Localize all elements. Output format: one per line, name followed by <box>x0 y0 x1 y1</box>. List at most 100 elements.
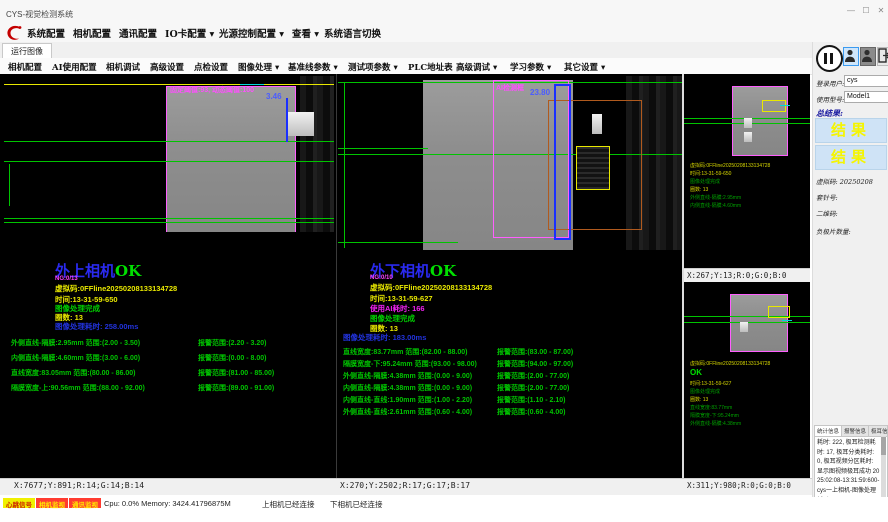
lower-camera-status: 下相机已经连接 <box>330 499 383 510</box>
tab-alarm-info[interactable]: 报警信息 <box>842 426 869 436</box>
measurement-row: 隔膜宽度-下:95.24mm 范围:(93.00 - 98.00) 报警范围:(… <box>343 359 673 369</box>
threshold-overlay-text: 固定阈值:93, 动态阈值:100 <box>170 85 254 95</box>
camera-ok-status: OK <box>115 262 141 280</box>
measurement-alarm: 报警范围:(0.00 - 8.00) <box>198 353 266 363</box>
measurement-row: 外侧直线-隔膜:4.38mm 范围:(0.00 - 9.00) 报警范围:(2.… <box>343 371 673 381</box>
measurement-row: 内侧直线-隔膜:4.38mm 范围:(0.00 - 9.00) 报警范围:(2.… <box>343 383 673 393</box>
tab-tab-info[interactable]: 极耳信息 <box>869 426 888 436</box>
login-user-field[interactable]: cys <box>844 75 888 87</box>
barcode-label: 虚拟码: 20250208 <box>816 176 873 186</box>
thumbnail-view-top[interactable]: 虚拟码:0FFline20250208133134728 时间:13-31-59… <box>684 74 810 268</box>
menu-item-light-config[interactable]: 光源控制配置 ▾ <box>219 26 284 40</box>
thumb-text-line: 外侧直线-隔膜:2.95mm <box>690 194 808 201</box>
menu-bar: 系统配置 相机配置 通讯配置 IO卡配置 ▾ 光源控制配置 ▾ 查看 ▾ 系统语… <box>0 22 888 42</box>
scrollbar-thumb[interactable] <box>881 437 886 455</box>
measure-line <box>344 82 345 248</box>
thumbnail-view-bottom[interactable]: 虚拟码:0FFline20250208133134728 OK 时间:13-31… <box>684 282 810 478</box>
thumb-text-line: 圈数: 13 <box>690 396 808 403</box>
measurement-row: 外侧直线-直线:2.61mm 范围:(0.60 - 4.00) 报警范围:(0.… <box>343 407 673 417</box>
toolbar-camera-debug[interactable]: 相机调试 <box>106 61 140 73</box>
measurement-alarm: 报警范围:(2.20 - 3.20) <box>198 338 266 348</box>
blue-gauge-line <box>286 98 288 142</box>
toolbar-baseline-params[interactable]: 基准线参数 ▾ <box>288 61 338 73</box>
user-icon <box>844 48 856 63</box>
minimize-button[interactable]: — <box>844 6 858 18</box>
result-text: 结果 <box>831 148 871 166</box>
result-text: 结果 <box>831 121 871 139</box>
measurement-alarm: 报警范围:(83.00 - 87.00) <box>497 347 573 357</box>
close-button[interactable]: ✕ <box>874 6 888 18</box>
tab-statistics-info[interactable]: 统计信息 <box>815 426 842 436</box>
connector-highlight <box>740 322 748 332</box>
thumb-text-line: 虚拟码:0FFline20250208133134728 <box>690 162 808 169</box>
model-field[interactable]: Model1 <box>844 91 888 103</box>
measurement-value: 外侧直线-直线:2.61mm 范围:(0.60 - 4.00) <box>343 409 472 416</box>
measurement-value: 直线宽度:83.77mm 范围:(82.00 - 88.00) <box>343 349 468 356</box>
measurement-row: 直线宽度:83.77mm 范围:(82.00 - 88.00) 报警范围:(83… <box>343 347 673 357</box>
menu-item-comm-config[interactable]: 通讯配置 <box>119 26 157 40</box>
measurement-value: 内侧直线-直线:1.90mm 范围:(1.00 - 2.20) <box>343 397 472 404</box>
camera-image-lower[interactable]: AI检测框 23.80 <box>338 76 682 250</box>
measurement-value: 内侧直线-隔膜:4.38mm 范围:(0.00 - 9.00) <box>343 385 472 392</box>
thumb-text-line: 时间:13-31-59-650 <box>690 170 808 177</box>
measure-line <box>338 242 458 243</box>
measurement-row: 内侧直线-直线:1.90mm 范围:(1.00 - 2.20) 报警范围:(1.… <box>343 395 673 405</box>
menu-item-camera-config[interactable]: 相机配置 <box>73 26 111 40</box>
toolbar-ai-config[interactable]: AI使用配置 <box>52 61 97 73</box>
inspected-part <box>732 86 788 156</box>
toolbar-learn-params[interactable]: 学习参数 ▾ <box>510 61 551 73</box>
maximize-button[interactable]: ☐ <box>859 6 873 18</box>
model-label: 使用型号: <box>816 94 844 104</box>
cyan-ref-mark <box>782 320 792 321</box>
menu-item-view[interactable]: 查看 ▾ <box>292 26 319 40</box>
menu-item-system-config[interactable]: 系统配置 <box>27 26 65 40</box>
user-manage-button[interactable] <box>860 47 876 66</box>
exit-button[interactable] <box>877 47 888 66</box>
camera-image-upper[interactable]: 固定阈值:93, 动态阈值:100 3.46 <box>4 76 334 232</box>
machine-background <box>300 76 334 232</box>
user-login-button[interactable] <box>843 47 859 66</box>
thumb-text-line: 图像处理完成 <box>690 388 808 395</box>
toolbar-advanced-debug[interactable]: 高级调试 ▾ <box>456 61 497 73</box>
user-dark-icon <box>861 48 873 63</box>
measure-line <box>684 316 810 317</box>
left-coords-bar: X:7677;Y:891;R:14;G:14;B:14 <box>0 478 350 495</box>
measurement-value: 外侧直线-隔膜:4.38mm 范围:(0.00 - 9.00) <box>343 373 472 380</box>
thumb-text-line: 内侧直线-隔膜:4.60mm <box>690 202 808 209</box>
menu-item-io-config[interactable]: IO卡配置 ▾ <box>165 26 214 40</box>
measurement-row: 隔膜宽度-上:90.56mm 范围:(88.00 - 92.00) 报警范围:(… <box>11 383 333 393</box>
middle-coords-bar: X:270;Y:2502;R:17;G:17;B:17 <box>337 478 685 495</box>
inspected-part <box>730 294 788 352</box>
barcode-value: 20250208 <box>840 178 873 186</box>
measurement-row: 直线宽度:83.05mm 范围:(80.00 - 86.00) 报警范围:(81… <box>11 368 333 378</box>
anode-count-label: 负极片数量: <box>816 226 851 236</box>
barcode-text: 虚拟码:0FFline20250208133134728 <box>370 282 492 293</box>
connector-highlight <box>744 118 752 128</box>
toolbar-test-params[interactable]: 测试项参数 ▾ <box>348 61 398 73</box>
toolbar-advanced-setting[interactable]: 高级设置 <box>150 61 184 73</box>
toolbar-other-settings[interactable]: 其它设置 ▾ <box>564 61 605 73</box>
connector-highlight <box>592 114 602 134</box>
measurement-alarm: 报警范围:(1.10 - 2.10) <box>497 395 565 405</box>
ng-count-text: NG:0/10 <box>370 275 393 281</box>
measurement-alarm: 报警范围:(2.00 - 77.00) <box>497 371 569 381</box>
tab-detect-frame <box>762 100 786 112</box>
toolbar-spotcheck[interactable]: 点检设置 <box>194 61 228 73</box>
pause-button[interactable] <box>816 45 843 72</box>
measurement-alarm: 报警范围:(2.00 - 77.00) <box>497 383 569 393</box>
connector-highlight <box>288 112 314 136</box>
heartbeat-status-badge: 心跳信号 <box>3 498 35 508</box>
cyan-ref-mark <box>780 105 790 106</box>
yellow-ref-line <box>4 84 334 85</box>
measurement-alarm: 报警范围:(81.00 - 85.00) <box>198 368 274 378</box>
menu-item-language-switch[interactable]: 系统语言切换 <box>324 26 381 40</box>
toolbar-plc-table[interactable]: PLC地址表 <box>408 61 453 73</box>
gauge-frame <box>554 84 571 240</box>
thumb-text-line: 圈数: 13 <box>690 186 808 193</box>
toolbar-image-process[interactable]: 图像处理 ▾ <box>238 61 279 73</box>
measurement-row: 内侧直线-隔膜:4.60mm 范围:(3.00 - 6.00) 报警范围:(0.… <box>11 353 333 363</box>
toolbar-camera-config[interactable]: 相机配置 <box>8 61 42 73</box>
thumb-text-line: 直线宽度:83.77mm <box>690 404 808 411</box>
tab-detect-frame <box>576 146 610 190</box>
app-logo-icon <box>4 23 24 43</box>
